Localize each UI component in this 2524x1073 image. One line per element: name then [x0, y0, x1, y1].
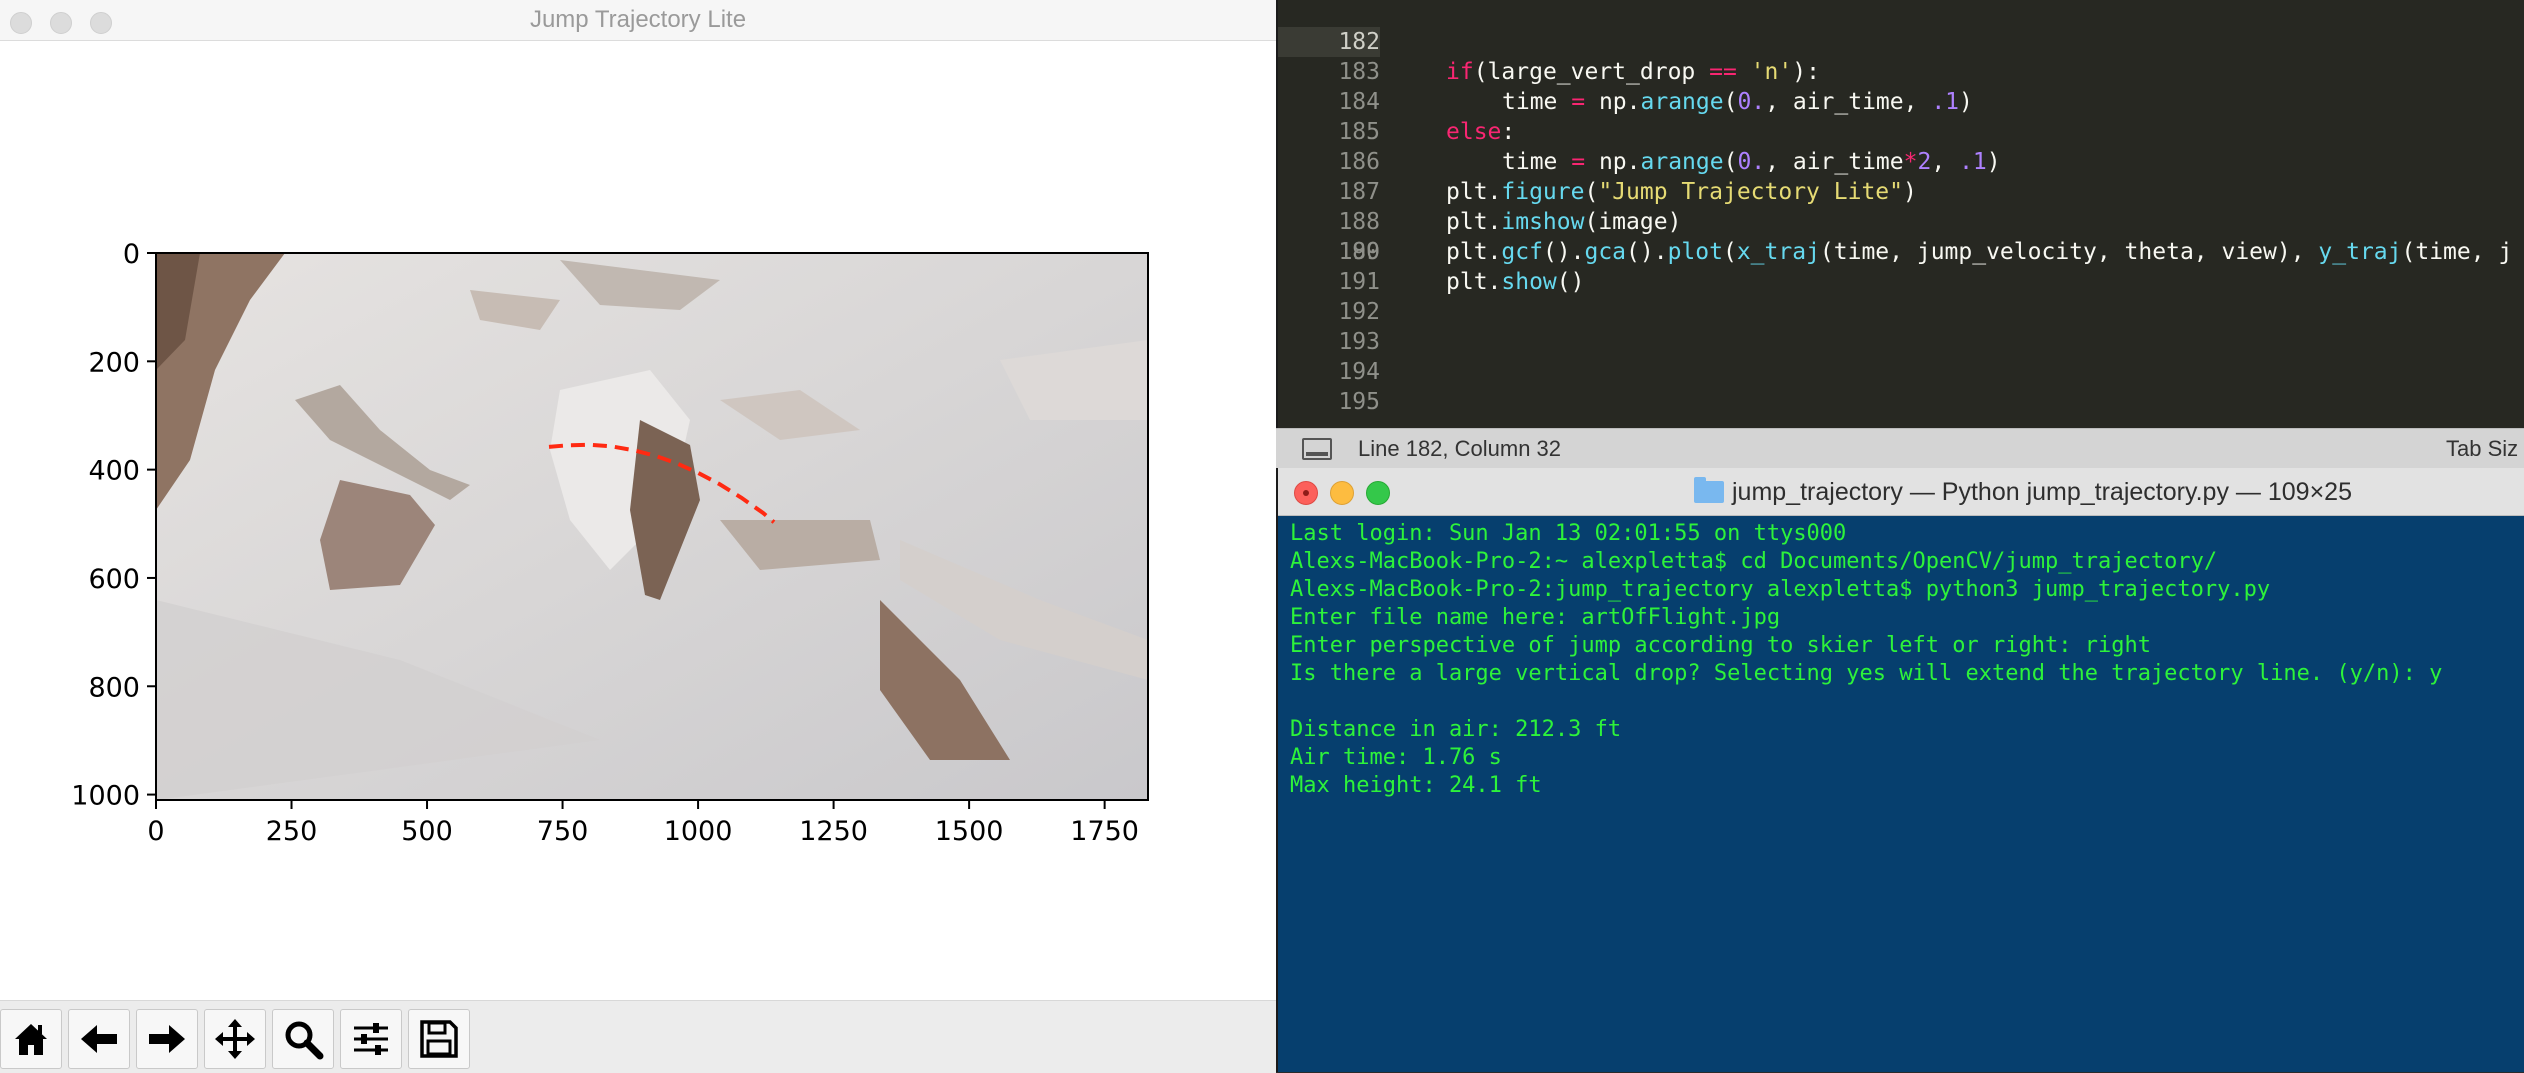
y-tick-label: 800 [88, 672, 140, 703]
terminal-titlebar[interactable]: jump_trajectory — Python jump_trajectory… [1278, 468, 2524, 516]
code-line-190[interactable]: 190 [1278, 237, 2524, 267]
code-line-189[interactable]: 189 plt.show() [1278, 207, 2524, 295]
panel-toggle-icon[interactable] [1302, 438, 1332, 460]
line-number: 190 [1338, 239, 1380, 265]
y-axis: 0 200 400 600 800 1000 [71, 239, 156, 812]
code-editor[interactable]: 182 if(large_vert_drop == 'n'): 183 time… [1276, 0, 2524, 428]
x-tick-label: 1750 [1070, 816, 1139, 847]
code-line-185[interactable]: 185 time = np.arange(0., air_time*2, .1) [1278, 87, 2524, 175]
cursor-position: Line 182, Column 32 [1358, 436, 1562, 461]
x-tick-label: 1000 [664, 816, 733, 847]
terminal-line: Alexs-MacBook-Pro-2:~ alexpletta$ cd Doc… [1290, 549, 2218, 574]
home-icon [15, 1024, 47, 1055]
terminal-window[interactable]: jump_trajectory — Python jump_trajectory… [1276, 468, 2524, 1072]
line-number: 195 [1338, 389, 1380, 415]
plot-window: Jump Trajectory Lite 0 250 500 750 1000 … [0, 0, 1276, 1073]
terminal-line: Air time: 1.76 s [1290, 745, 1502, 770]
terminal-line: Distance in air: 212.3 ft [1290, 717, 1622, 742]
y-tick-label: 400 [88, 456, 140, 487]
terminal-title: jump_trajectory — Python jump_trajectory… [1732, 478, 2352, 506]
code-line-191[interactable]: 191 [1278, 267, 2524, 297]
folder-icon [1694, 477, 1724, 503]
line-number: 194 [1338, 359, 1380, 385]
x-tick-label: 0 [147, 816, 164, 847]
pan-move-icon [215, 1019, 255, 1059]
minimize-window-button[interactable] [1330, 481, 1354, 505]
code-line-193[interactable]: 193 [1278, 327, 2524, 357]
terminal-line: Max height: 24.1 ft [1290, 773, 1542, 798]
close-window-button[interactable] [1294, 481, 1318, 505]
terminal-line: Alexs-MacBook-Pro-2:jump_trajectory alex… [1290, 577, 2271, 602]
pan-button[interactable] [204, 1009, 266, 1069]
x-axis: 0 250 500 750 1000 1250 1500 1750 [147, 800, 1139, 847]
code-line-183[interactable]: 183 time = np.arange(0., air_time, .1) [1278, 27, 2524, 115]
subplots-sliders-icon [354, 1023, 388, 1055]
back-arrow-icon [81, 1025, 117, 1053]
code-line-182[interactable]: 182 if(large_vert_drop == 'n'): [1278, 0, 2524, 85]
y-tick-label: 200 [88, 347, 140, 378]
code-line-194[interactable]: 194 [1278, 357, 2524, 387]
save-button[interactable] [408, 1009, 470, 1069]
back-button[interactable] [68, 1009, 130, 1069]
tab-size-selector[interactable]: Tab Siz [2446, 436, 2518, 462]
terminal-line: Is there a large vertical drop? Selectin… [1290, 661, 2443, 686]
save-floppy-icon [420, 1020, 458, 1058]
line-number: 193 [1338, 329, 1380, 355]
y-tick-label: 600 [88, 564, 140, 595]
terminal-line: Last login: Sun Jan 13 02:01:55 on ttys0… [1290, 521, 1847, 546]
home-button[interactable] [0, 1009, 62, 1069]
code-line-195[interactable]: 195 [1278, 387, 2524, 417]
plot-toolbar [0, 1000, 1276, 1073]
x-tick-label: 250 [266, 816, 318, 847]
code-line-186[interactable]: 186 plt.figure("Jump Trajectory Lite") [1278, 117, 2524, 205]
x-tick-label: 1500 [935, 816, 1004, 847]
code-line-188[interactable]: 188 plt.gcf().gca().plot(x_traj(time, ju… [1278, 177, 2524, 265]
zoom-button[interactable] [272, 1009, 334, 1069]
configure-subplots-button[interactable] [340, 1009, 402, 1069]
terminal-line: Enter file name here: artOfFlight.jpg [1290, 605, 1781, 630]
x-tick-label: 500 [401, 816, 453, 847]
zoom-icon [285, 1021, 324, 1060]
background-photo [156, 253, 1148, 800]
plot-canvas[interactable]: 0 250 500 750 1000 1250 1500 1750 0 200 400 600 800… [0, 40, 1276, 998]
forward-arrow-icon [149, 1025, 185, 1053]
plot-window-titlebar[interactable]: Jump Trajectory Lite [0, 0, 1276, 41]
line-number: 192 [1338, 299, 1380, 325]
code-line-192[interactable]: 192 [1278, 297, 2524, 327]
editor-status-bar: Line 182, Column 32 Tab Siz [1276, 428, 2524, 468]
maximize-window-button[interactable] [1366, 481, 1390, 505]
x-tick-label: 750 [537, 816, 589, 847]
terminal-line: Enter perspective of jump according to s… [1290, 633, 2151, 658]
y-tick-label: 0 [123, 239, 140, 270]
code-line-187[interactable]: 187 plt.imshow(image) [1278, 147, 2524, 235]
plot-window-title: Jump Trajectory Lite [529, 6, 747, 33]
line-number: 191 [1338, 269, 1380, 295]
y-tick-label: 1000 [71, 781, 140, 812]
x-tick-label: 1250 [799, 816, 868, 847]
forward-button[interactable] [136, 1009, 198, 1069]
code-line-184[interactable]: 184 else: [1278, 57, 2524, 145]
